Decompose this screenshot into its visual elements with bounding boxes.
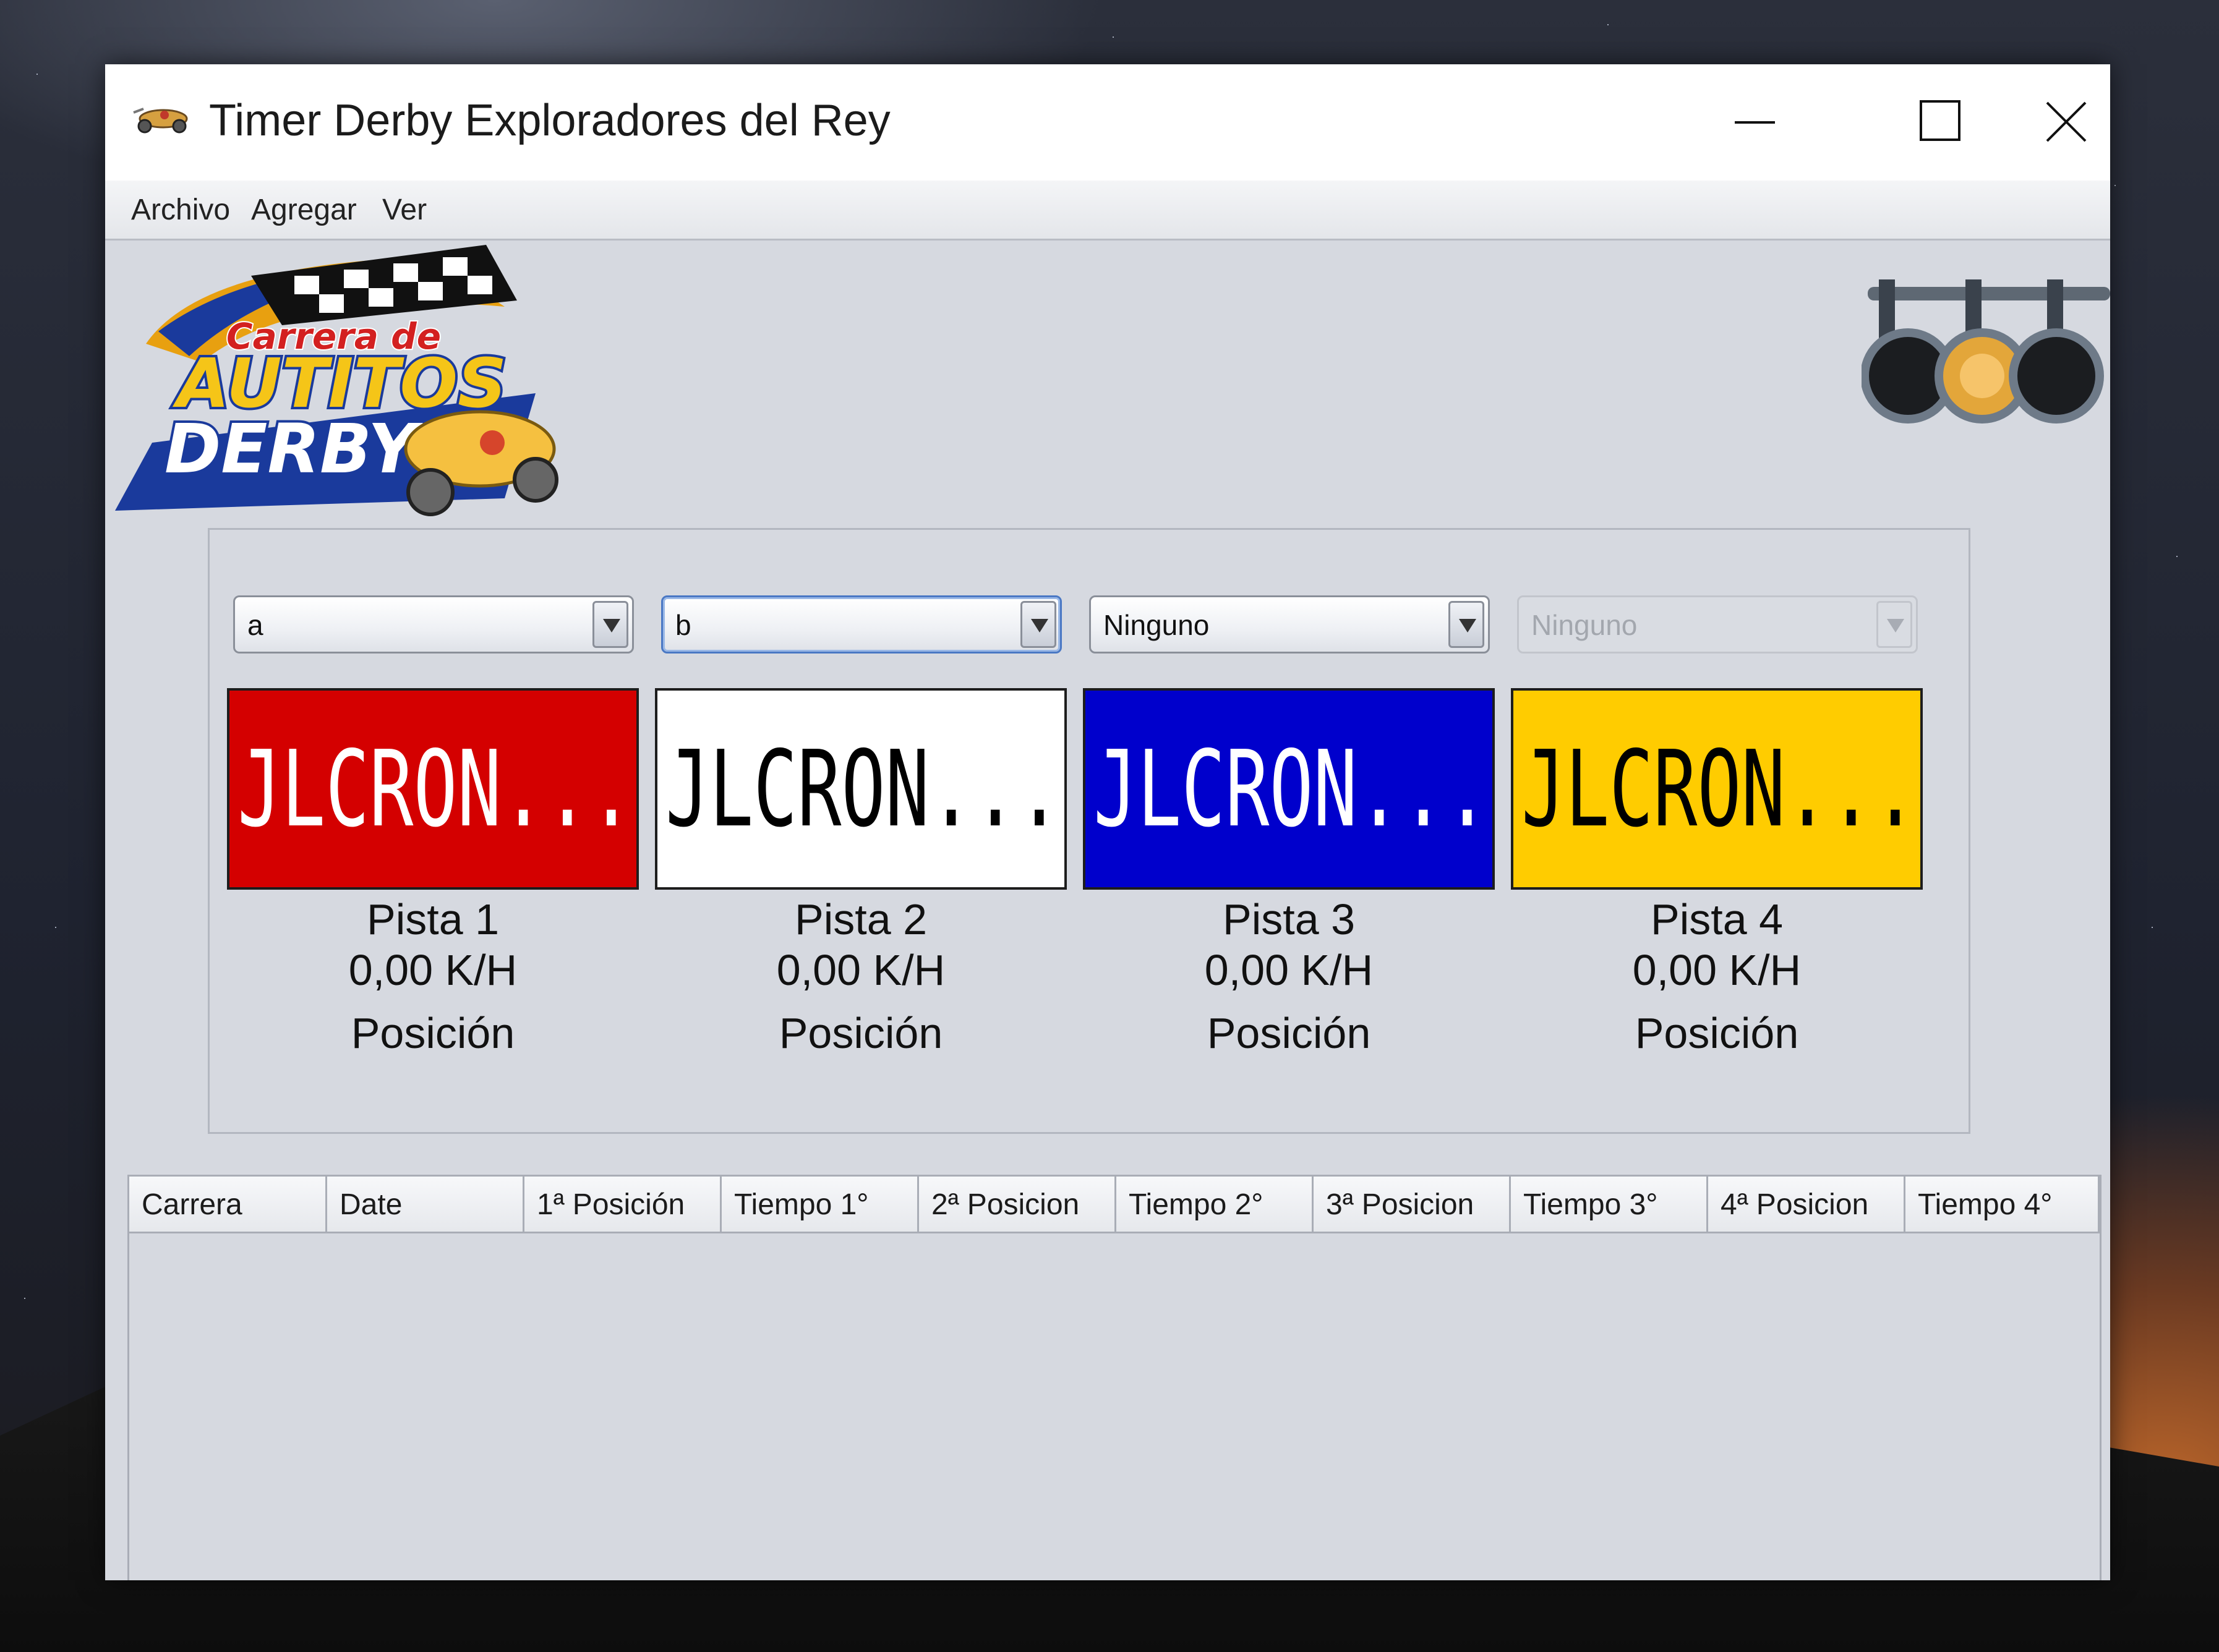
close-icon [2046, 101, 2087, 142]
results-table: Carrera Date 1ª Posición Tiempo 1° 2ª Po… [127, 1175, 2101, 1580]
column-header-tiempo-4[interactable]: Tiempo 4° [1905, 1177, 2100, 1232]
lane1-timer-display: JLCRON... [227, 688, 639, 890]
lane2-selector[interactable]: b [661, 595, 1062, 654]
lane4-position: Posición [1635, 1009, 1799, 1057]
results-table-header: Carrera Date 1ª Posición Tiempo 1° 2ª Po… [129, 1177, 2100, 1233]
title-bar[interactable]: Timer Derby Exploradores del Rey [105, 64, 2110, 181]
lcd-svg: JLCRON... [229, 691, 636, 887]
lane4-timer-text: JLCRON... [1521, 728, 1917, 851]
lane3-timer-text: JLCRON... [1093, 728, 1489, 851]
lane3-name: Pista 3 [1223, 895, 1355, 943]
app-window: Timer Derby Exploradores del Rey Archivo… [105, 64, 2110, 1580]
column-header-carrera[interactable]: Carrera [129, 1177, 327, 1232]
lane4-speed: 0,00 K/H [1632, 946, 1802, 994]
chevron-down-icon[interactable] [592, 601, 628, 648]
app-car-icon [133, 108, 188, 134]
column-header-date[interactable]: Date [327, 1177, 524, 1232]
lane2-speed: 0,00 K/H [776, 946, 946, 994]
lane1-selector[interactable]: a [233, 595, 634, 654]
results-table-body[interactable] [129, 1233, 2100, 1580]
lane1-position: Posición [351, 1009, 515, 1057]
lcd-svg: JLCRON... [1513, 691, 1920, 887]
menu-agregar[interactable]: Agregar [251, 193, 357, 227]
lane4-selector-value: Ninguno [1531, 609, 1638, 641]
column-header-tiempo-2[interactable]: Tiempo 2° [1116, 1177, 1314, 1232]
minimize-icon [1735, 121, 1775, 124]
minimize-button[interactable] [1664, 64, 1843, 181]
lane2-timer-display: JLCRON... [655, 688, 1067, 890]
menu-bar: Archivo Agregar Ver [105, 181, 2110, 241]
maximize-button[interactable] [1849, 64, 2029, 181]
starting-lights-icon [1862, 279, 2110, 424]
column-header-tiempo-1[interactable]: Tiempo 1° [722, 1177, 919, 1232]
lane2-selector-value: b [675, 609, 691, 641]
menu-archivo[interactable]: Archivo [131, 193, 230, 227]
lane2-name: Pista 2 [795, 895, 927, 943]
lane4-selector: Ninguno [1517, 595, 1918, 654]
lcd-svg: JLCRON... [1085, 691, 1492, 887]
lane4-name: Pista 4 [1651, 895, 1783, 943]
lane3-speed: 0,00 K/H [1204, 946, 1374, 994]
column-header-posicion-3[interactable]: 3ª Posicion [1314, 1177, 1511, 1232]
lane1-timer-text: JLCRON... [237, 728, 633, 851]
lane2-position: Posición [779, 1009, 943, 1057]
maximize-icon [1920, 100, 1960, 141]
lane1-selector-value: a [247, 609, 263, 641]
column-header-posicion-4[interactable]: 4ª Posicion [1708, 1177, 1905, 1232]
lanes-panel: a b Ninguno Ninguno JLCRON... JLCRON... [208, 528, 1970, 1134]
column-header-posicion-2[interactable]: 2ª Posicion [919, 1177, 1116, 1232]
lane4-timer-display: JLCRON... [1511, 688, 1923, 890]
menu-ver[interactable]: Ver [382, 193, 427, 227]
lane2-timer-text: JLCRON... [665, 728, 1061, 851]
chevron-down-icon[interactable] [1448, 601, 1484, 648]
logo-line3: DERBY [165, 409, 423, 488]
window-title: Timer Derby Exploradores del Rey [209, 96, 891, 145]
lcd-svg: JLCRON... [657, 691, 1064, 887]
derby-logo: Carrera de AUTITOS DERBY [115, 245, 558, 516]
lane3-selector-value: Ninguno [1103, 609, 1210, 641]
lane3-position: Posición [1207, 1009, 1371, 1057]
chevron-down-icon [1876, 601, 1912, 648]
lane3-selector[interactable]: Ninguno [1089, 595, 1490, 654]
column-header-posicion-1[interactable]: 1ª Posición [524, 1177, 722, 1232]
chevron-down-icon[interactable] [1020, 601, 1056, 648]
lane3-timer-display: JLCRON... [1083, 688, 1495, 890]
close-button[interactable] [2029, 64, 2110, 181]
lane1-name: Pista 1 [367, 895, 499, 943]
column-header-tiempo-3[interactable]: Tiempo 3° [1511, 1177, 1708, 1232]
lane1-speed: 0,00 K/H [348, 946, 518, 994]
